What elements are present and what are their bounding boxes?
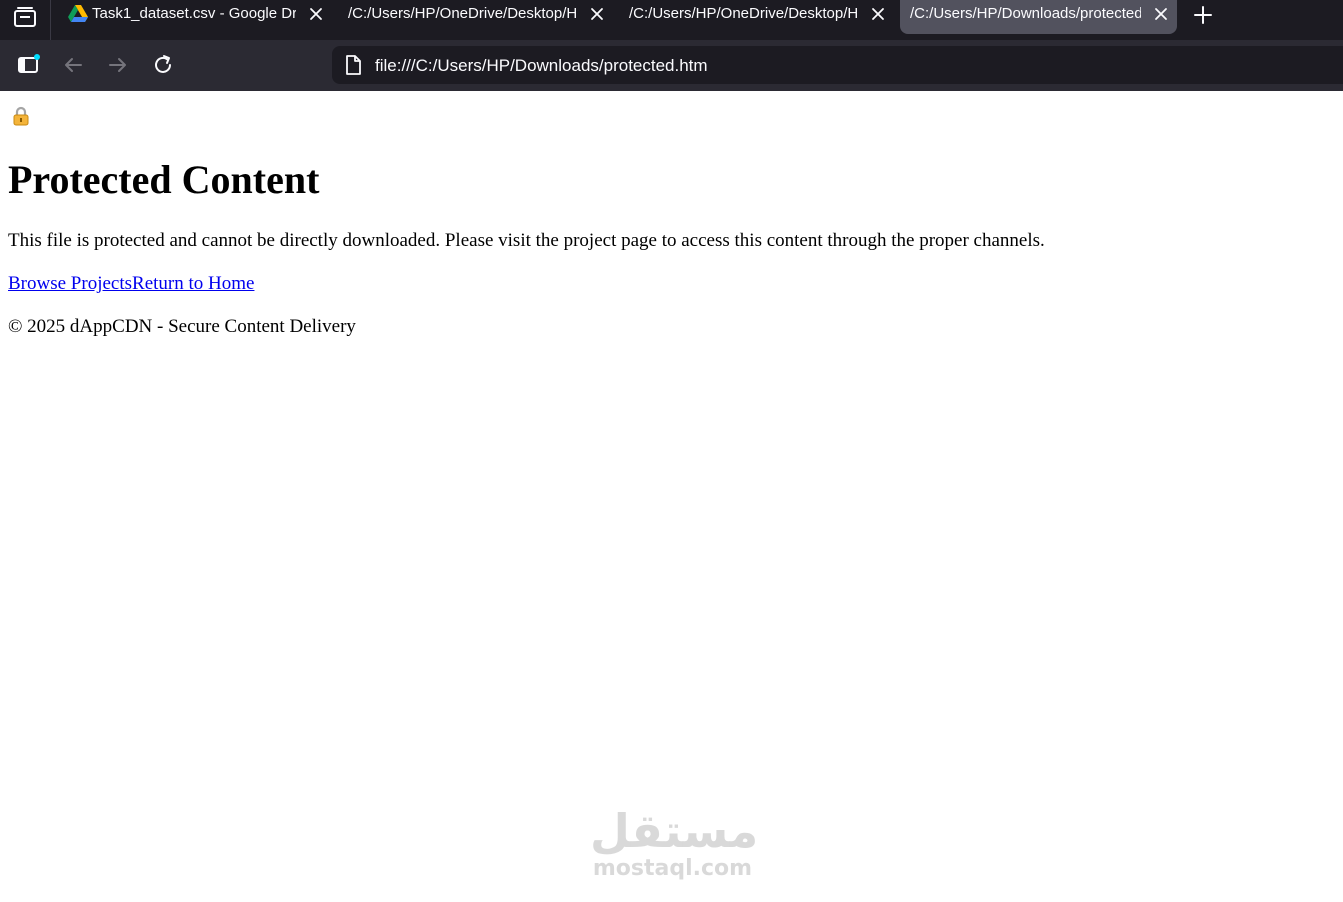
url-text[interactable]: file:///C:/Users/HP/Downloads/protected.…	[375, 46, 708, 86]
google-drive-icon	[68, 5, 88, 22]
tab-google-drive[interactable]: Task1_dataset.csv - Google Drive	[54, 0, 332, 34]
forward-icon[interactable]	[106, 53, 130, 77]
mostaql-watermark: مستقل mostaql.com	[590, 804, 759, 887]
sidebar-icon[interactable]	[16, 53, 40, 77]
browse-projects-link[interactable]: Browse Projects	[8, 273, 132, 294]
close-icon[interactable]	[870, 6, 886, 22]
link-group: Browse ProjectsReturn to Home	[8, 272, 254, 296]
tab-protected-active[interactable]: /C:/Users/HP/Downloads/protected.htm	[900, 0, 1177, 34]
tab-onedrive-1[interactable]: /C:/Users/HP/OneDrive/Desktop/HT	[338, 0, 613, 34]
nav-toolbar: file:///C:/Users/HP/Downloads/protected.…	[0, 40, 1343, 91]
address-bar[interactable]: file:///C:/Users/HP/Downloads/protected.…	[332, 46, 1343, 84]
tab-title: /C:/Users/HP/OneDrive/Desktop/HT	[629, 5, 858, 22]
watermark-arabic: مستقل	[590, 804, 759, 858]
reload-icon[interactable]	[151, 53, 175, 77]
close-icon[interactable]	[589, 6, 605, 22]
page-title: Protected Content	[8, 157, 320, 202]
tab-onedrive-2[interactable]: /C:/Users/HP/OneDrive/Desktop/HT	[619, 0, 894, 34]
close-icon[interactable]	[1153, 6, 1169, 22]
tab-title: /C:/Users/HP/OneDrive/Desktop/HT	[348, 5, 577, 22]
lock-icon	[13, 106, 29, 126]
back-icon[interactable]	[61, 53, 85, 77]
return-home-link[interactable]: Return to Home	[132, 273, 254, 294]
tab-title: Task1_dataset.csv - Google Drive	[92, 5, 296, 22]
close-icon[interactable]	[308, 6, 324, 22]
new-tab-icon[interactable]	[1192, 4, 1214, 26]
protection-message: This file is protected and cannot be dir…	[8, 230, 1045, 251]
footer-text: © 2025 dAppCDN - Secure Content Delivery	[8, 316, 356, 337]
tab-list-icon	[14, 7, 36, 27]
page-icon	[346, 55, 361, 75]
watermark-latin: mostaql.com	[592, 856, 753, 881]
firefox-view-button[interactable]	[0, 0, 51, 40]
tab-title: /C:/Users/HP/Downloads/protected.htm	[910, 5, 1141, 22]
tab-strip: Task1_dataset.csv - Google Drive /C:/Use…	[0, 0, 1343, 40]
